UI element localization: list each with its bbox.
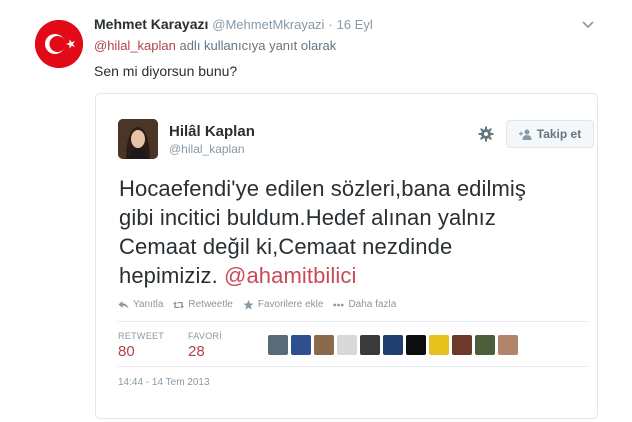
reply-action[interactable]: Yanıtla [118,299,163,310]
favoriters-avatars [268,335,518,355]
retweet-action[interactable]: Retweetle [173,299,233,310]
tweet-actions: Yanıtla Retweetle Favorilere ekle Daha f… [118,299,406,310]
divider [118,366,588,367]
favorite-label: Favorilere ekle [257,299,324,310]
favorite-action[interactable]: Favorilere ekle [243,299,324,310]
quoted-tweet[interactable]: Hilâl Kaplan @hilal_kaplan Takip et Hoca… [95,93,598,419]
gear-icon[interactable] [478,126,494,142]
tweet-text: Sen mi diyorsun bunu? [94,63,238,79]
favoriter-avatar[interactable] [406,335,426,355]
divider [118,321,588,322]
tweet-date[interactable]: 16 Eyl [337,17,373,32]
quoted-text-prefix: hepimiziz. [119,263,225,288]
quoted-author-handle[interactable]: @hilal_kaplan [169,142,245,156]
more-dots-icon [333,303,345,306]
quoted-text-line: hepimiziz. @ahamitbilici [119,261,589,290]
retweet-count: 80 [118,343,135,360]
follow-button-label: Takip et [536,127,582,141]
avatar[interactable] [35,20,83,68]
favoriter-avatar[interactable] [383,335,403,355]
tweet: Mehmet Karayazı @MehmetMkrayazi · 16 Eyl… [0,0,632,422]
quoted-text-line: gibi incitici buldum.Hedef alınan yalnız [119,205,496,230]
more-label: Daha fazla [348,299,397,310]
retweet-stat[interactable]: RETWEET 80 [118,331,164,360]
favoriter-avatar[interactable] [475,335,495,355]
reply-label: Yanıtla [133,299,164,310]
favoriter-avatar[interactable] [452,335,472,355]
quoted-timestamp[interactable]: 14:44 - 14 Tem 2013 [118,377,210,388]
favoriter-avatar[interactable] [314,335,334,355]
quoted-tweet-text: Hocaefendi'ye edilen sözleri,bana edilmi… [119,174,589,290]
star-icon [243,299,254,310]
quoted-avatar[interactable] [118,119,158,159]
retweet-stat-label: RETWEET [118,331,165,341]
favoriter-avatar[interactable] [498,335,518,355]
quoted-author-name[interactable]: Hilâl Kaplan [169,123,255,140]
favoriter-avatar[interactable] [268,335,288,355]
add-user-icon [518,129,532,140]
turkish-flag-icon [35,20,83,68]
favoriter-avatar[interactable] [360,335,380,355]
follow-button[interactable]: Takip et [506,120,594,148]
more-action[interactable]: Daha fazla [333,299,396,310]
retweet-icon [173,301,185,308]
retweet-label: Retweetle [188,299,233,310]
favorite-count: 28 [188,343,205,360]
reply-icon [118,300,129,309]
quoted-mention[interactable]: @ahamitbilici [224,263,356,288]
quoted-text-line: Hocaefendi'ye edilen sözleri,bana edilmi… [119,176,526,201]
favorite-stat-label: FAVORİ [188,331,223,341]
reply-context-text: adlı kullanıcıya yanıt olarak [175,38,337,53]
author-name[interactable]: Mehmet Karayazı [94,16,208,32]
profile-photo-icon [118,119,158,159]
reply-mention[interactable]: @hilal_kaplan [94,38,176,53]
favoriter-avatar[interactable] [291,335,311,355]
tweet-header: Mehmet Karayazı @MehmetMkrayazi · 16 Eyl [94,16,373,32]
reply-context: @hilal_kaplan adlı kullanıcıya yanıt ola… [94,38,336,53]
favoriter-avatar[interactable] [337,335,357,355]
separator: · [328,17,333,32]
chevron-down-icon[interactable] [582,20,594,30]
favoriter-avatar[interactable] [429,335,449,355]
author-handle[interactable]: @MehmetMkrayazi [212,17,324,32]
quoted-text-line: Cemaat değil ki,Cemaat nezdinde [119,234,453,259]
favorite-stat[interactable]: FAVORİ 28 [188,331,222,360]
